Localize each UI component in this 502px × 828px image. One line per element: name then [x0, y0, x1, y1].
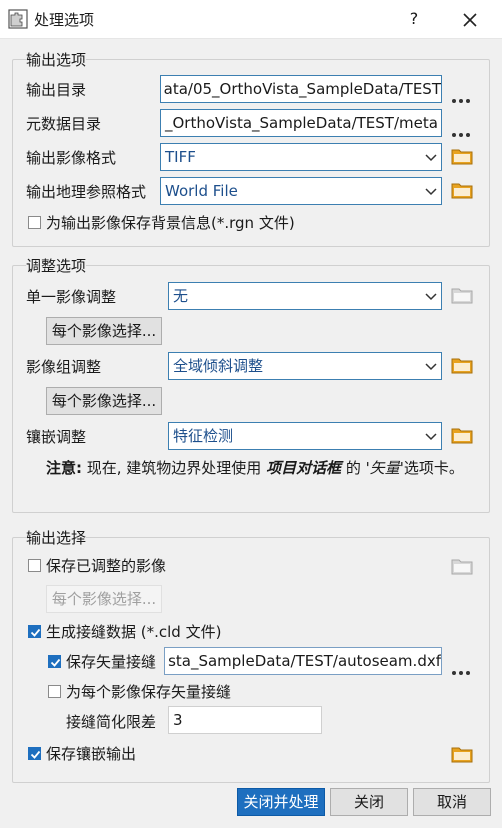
title-bar: 处理选项 ? — [0, 0, 502, 39]
folder-icon[interactable] — [451, 426, 473, 444]
vector-seam-path-field[interactable]: sta_SampleData/TEST/autoseam.dxf — [164, 647, 442, 675]
metadata-dir-label: 元数据目录 — [26, 115, 102, 133]
help-button[interactable]: ? — [402, 7, 426, 31]
adjust-options-title: 调整选项 — [26, 255, 87, 276]
folder-icon — [451, 559, 473, 575]
group-adjust-label: 影像组调整 — [26, 358, 102, 376]
metadata-dir-field[interactable]: _OrthoVista_SampleData/TEST/meta — [160, 109, 442, 137]
chevron-down-icon — [425, 188, 437, 196]
rgn-checkbox[interactable] — [28, 216, 41, 229]
georef-format-label: 输出地理参照格式 — [26, 183, 147, 201]
generate-seam-checkbox[interactable] — [28, 625, 41, 638]
save-mosaic-label: 保存镶嵌输出 — [46, 745, 137, 763]
mosaic-adjust-select[interactable]: 特征检测 — [168, 422, 442, 450]
folder-icon — [451, 288, 473, 304]
single-adjust-label: 单一影像调整 — [26, 288, 117, 306]
output-options-title: 输出选项 — [26, 49, 87, 70]
window-title: 处理选项 — [34, 11, 95, 29]
rgn-checkbox-label: 为输出影像保存背景信息(*.rgn 文件) — [46, 214, 295, 232]
output-dir-label: 输出目录 — [26, 81, 87, 99]
per-image-select-button-disabled: 每个影像选择... — [46, 585, 162, 613]
save-vector-seam-label: 保存矢量接缝 — [66, 653, 157, 671]
georef-format-select[interactable]: World File — [160, 177, 442, 205]
close-icon[interactable] — [456, 6, 484, 34]
puzzle-icon — [8, 9, 28, 29]
folder-icon[interactable] — [451, 181, 473, 199]
simplify-tolerance-label: 接缝简化限差 — [66, 713, 157, 731]
folder-icon[interactable] — [451, 356, 473, 374]
browse-vector-icon[interactable] — [450, 661, 474, 675]
save-adjusted-label: 保存已调整的影像 — [46, 557, 167, 575]
single-adjust-select[interactable]: 无 — [168, 282, 442, 310]
save-adjusted-checkbox[interactable] — [28, 559, 41, 572]
generate-seam-label: 生成接缝数据 (*.cld 文件) — [46, 623, 222, 641]
per-image-vector-checkbox[interactable] — [48, 685, 61, 698]
per-image-select-button[interactable]: 每个影像选择... — [46, 387, 162, 415]
browse-dir-icon[interactable] — [450, 89, 474, 103]
folder-icon[interactable] — [451, 147, 473, 165]
chevron-down-icon — [425, 433, 437, 441]
chevron-down-icon — [425, 293, 437, 301]
close-and-process-button[interactable]: 关闭并处理 — [237, 788, 325, 816]
simplify-tolerance-input[interactable]: 3 — [168, 706, 322, 734]
per-image-select-button[interactable]: 每个影像选择... — [46, 317, 162, 345]
building-note: 注意: 现在, 建筑物边界处理使用 项目对话框 的 '矢量'选项卡。 — [46, 459, 464, 477]
close-button[interactable]: 关闭 — [330, 788, 408, 816]
folder-icon[interactable] — [451, 745, 473, 763]
chevron-down-icon — [425, 154, 437, 162]
save-mosaic-checkbox[interactable] — [28, 747, 41, 760]
output-dir-field[interactable]: ata/05_OrthoVista_SampleData/TEST — [160, 75, 442, 103]
mosaic-adjust-label: 镶嵌调整 — [26, 428, 87, 446]
per-image-vector-label: 为每个影像保存矢量接缝 — [66, 683, 232, 701]
chevron-down-icon — [425, 363, 437, 371]
output-select-title: 输出选择 — [26, 527, 87, 548]
image-format-select[interactable]: TIFF — [160, 143, 442, 171]
image-format-label: 输出影像格式 — [26, 149, 117, 167]
cancel-button[interactable]: 取消 — [413, 788, 491, 816]
group-adjust-select[interactable]: 全域倾斜调整 — [168, 352, 442, 380]
save-vector-seam-checkbox[interactable] — [48, 655, 61, 668]
browse-metadata-icon[interactable] — [450, 123, 474, 137]
